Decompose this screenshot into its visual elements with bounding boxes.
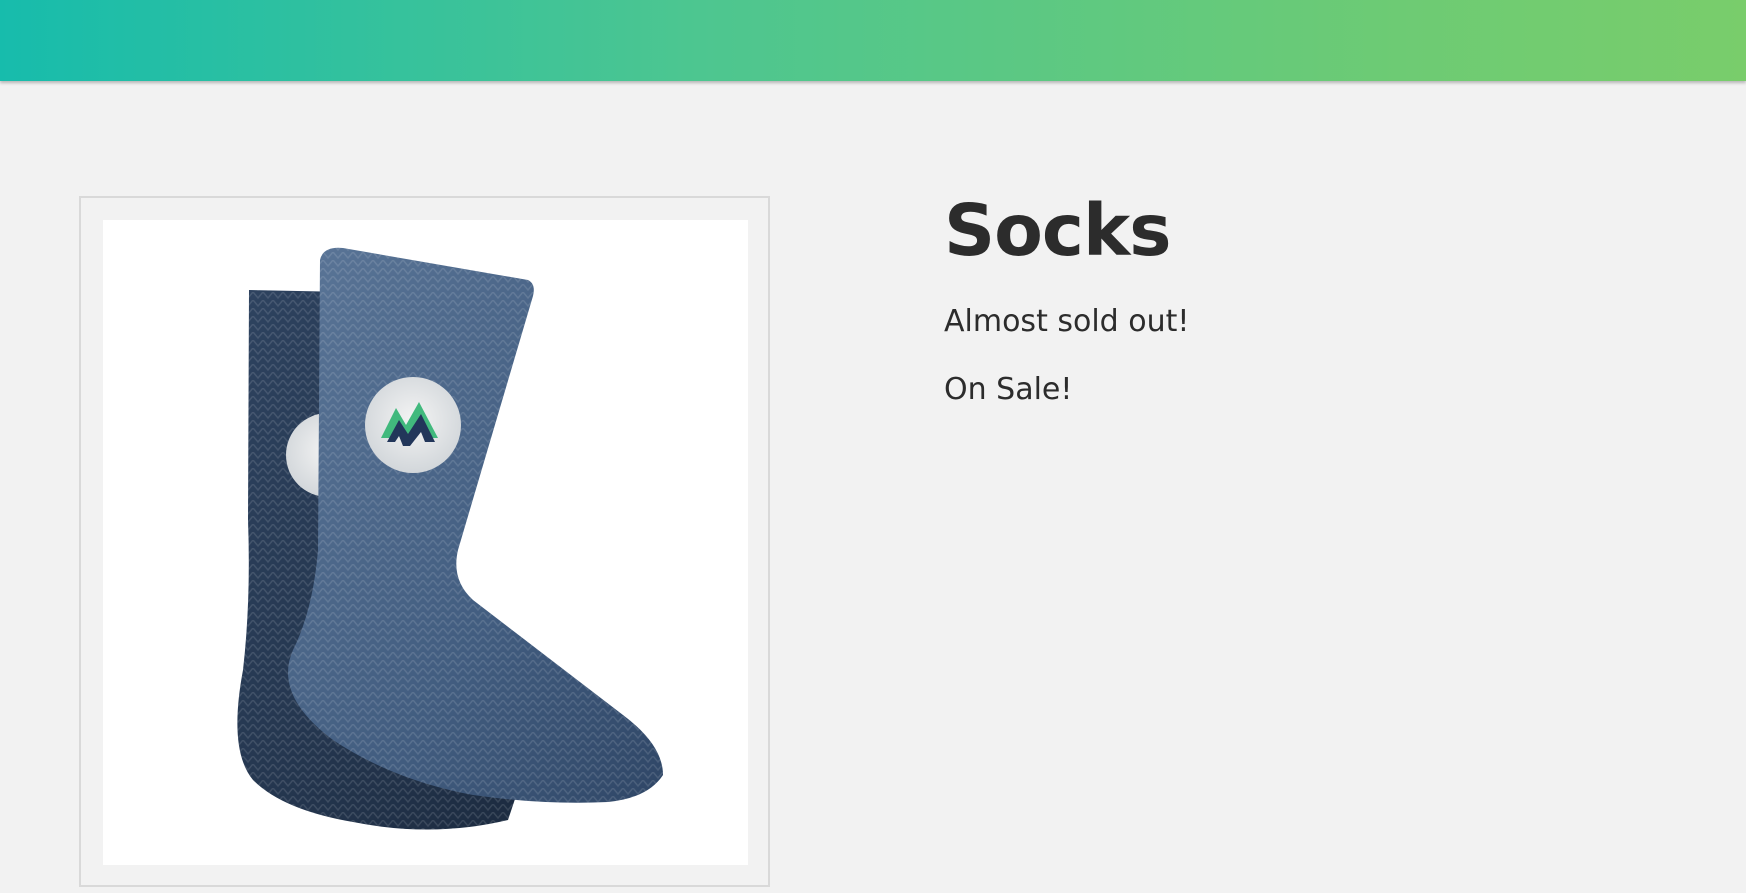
nav-bar — [0, 0, 1746, 81]
product-title: Socks — [944, 189, 1171, 272]
socks-image-icon — [237, 247, 663, 830]
stock-status-text: Almost sold out! — [944, 304, 1190, 339]
sale-status-text: On Sale! — [944, 372, 1073, 407]
product-image — [103, 220, 748, 865]
product-info: Socks Almost sold out! On Sale! — [944, 186, 1189, 410]
product-image-frame — [79, 196, 770, 887]
